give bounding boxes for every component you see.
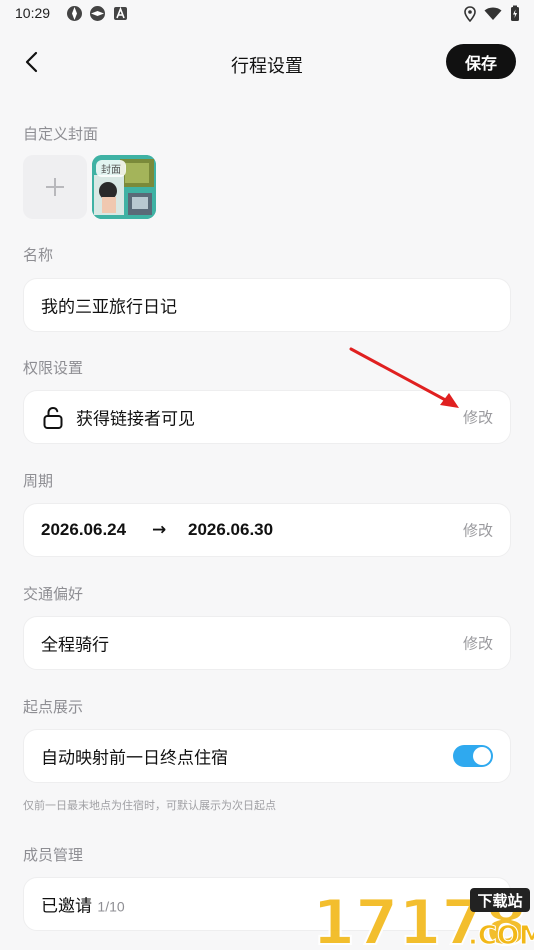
name-value: 我的三亚旅行日记: [41, 297, 177, 318]
transport-row[interactable]: 全程骑行 修改: [23, 616, 511, 670]
wifi-icon: [484, 6, 502, 25]
origin-hint: 仅前一日最末地点为住宿时，可默认展示为次日起点: [23, 799, 276, 812]
period-section-label: 周期: [23, 472, 54, 490]
a-notification-icon: [112, 5, 129, 22]
origin-row: 自动映射前一日终点住宿: [23, 729, 511, 783]
app-notification-icon: [89, 5, 106, 22]
name-field[interactable]: 我的三亚旅行日记: [23, 278, 511, 332]
battery-icon: [510, 5, 520, 26]
cover-thumbnail[interactable]: 封面: [92, 155, 156, 219]
status-time: 10:29: [15, 5, 51, 21]
members-section-label: 成员管理: [23, 846, 84, 864]
transport-edit-button[interactable]: 修改: [463, 633, 493, 654]
location-icon: [464, 5, 476, 26]
notification-icons: [66, 5, 129, 22]
period-start: 2026.06.24: [41, 520, 127, 539]
transport-value: 全程骑行: [41, 635, 109, 656]
site-watermark: 17178 下载站 .COM: [310, 882, 534, 950]
members-invited-label: 已邀请: [41, 896, 92, 917]
permission-row[interactable]: 获得链接者可见 修改: [23, 390, 511, 444]
system-icons: [464, 5, 520, 26]
period-row[interactable]: 2026.06.24 → 2026.06.30 修改: [23, 503, 511, 557]
watermark-logo-icon: 17178 下载站 .COM: [311, 885, 534, 950]
add-cover-button[interactable]: [23, 155, 87, 219]
permission-value: 获得链接者可见: [76, 409, 195, 430]
app-notification-icon: [66, 5, 83, 22]
watermark-site: .COM: [468, 921, 534, 950]
watermark-tag: 下载站: [477, 892, 522, 910]
members-count: 1/10: [97, 898, 125, 915]
cover-section-label: 自定义封面: [23, 125, 99, 143]
unlock-icon: [42, 406, 64, 434]
origin-value: 自动映射前一日终点住宿: [41, 748, 228, 769]
period-end: 2026.06.30: [188, 520, 274, 539]
save-button[interactable]: 保存: [446, 44, 516, 79]
period-edit-button[interactable]: 修改: [463, 520, 493, 541]
status-bar: 10:29: [0, 0, 534, 28]
members-value: 已邀请 1/10: [41, 892, 125, 917]
permission-edit-button[interactable]: 修改: [463, 407, 493, 428]
permission-section-label: 权限设置: [23, 359, 84, 377]
cover-badge: 封面: [96, 160, 126, 177]
origin-section-label: 起点展示: [23, 698, 84, 716]
nav-bar: 行程设置 保存: [0, 40, 534, 86]
period-arrow: →: [152, 520, 167, 540]
origin-toggle[interactable]: [453, 745, 493, 767]
transport-section-label: 交通偏好: [23, 585, 84, 603]
name-section-label: 名称: [23, 246, 54, 264]
toggle-knob: [473, 747, 491, 765]
